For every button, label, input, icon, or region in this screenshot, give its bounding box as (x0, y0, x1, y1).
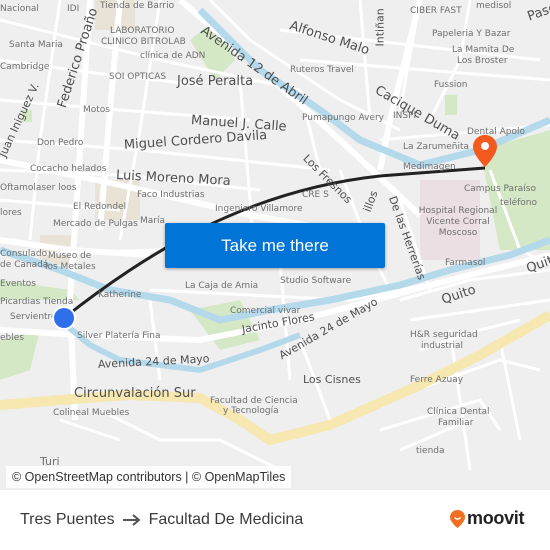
poi-label: Ruteros Travel (290, 65, 354, 75)
poi-label: Ferre Azuay (410, 375, 464, 385)
poi-label: Ingeniero Villamore (215, 204, 303, 214)
arrow-right-icon (122, 514, 141, 526)
poi-label: CLINICO BITROLAB (101, 37, 186, 47)
poi-label: Moscoso (438, 228, 478, 238)
map-pin-icon (473, 135, 497, 167)
poi-label: Katherine (98, 290, 142, 300)
poi-label: IDI (67, 4, 80, 14)
destination-marker[interactable] (473, 135, 497, 171)
poi-label: Vicente Corral (426, 217, 490, 227)
poi-label: Cocacho helados (30, 164, 107, 174)
brand-wordmark: moovit (467, 508, 525, 528)
poi-label: Tienda de Barrio (100, 1, 175, 11)
poi-label: Farmasol (445, 258, 486, 268)
poi-label: Studio Software (280, 276, 352, 286)
poi-label: La Mamita De (452, 45, 515, 55)
poi-label: Oftamolaser loos (0, 183, 77, 193)
moovit-pin-icon (450, 509, 465, 528)
poi-label: Nacional (0, 4, 39, 14)
origin-name: Tres Puentes (20, 511, 115, 528)
poi-label: Don Pedro (37, 138, 84, 148)
destination-name: Facultad De Medicina (148, 511, 304, 528)
poi-label: SOI OPTICAS (109, 72, 167, 82)
poi-label: Consulado (0, 249, 48, 259)
poi-label: Comercial vivar (230, 306, 301, 316)
poi-label: Eventos (0, 279, 36, 289)
poi-label: Familiar (438, 418, 474, 428)
footer-bar: Tres Puentes Facultad De Medicina moovit (0, 490, 550, 550)
poi-label: Picardias Tienda (0, 297, 74, 307)
poi-label: los Metales (45, 262, 96, 272)
poi-label: Campus Paraíso (464, 184, 536, 194)
poi-label: Mercado de Pulgas (53, 219, 138, 229)
street-label: José Peralta (177, 74, 254, 89)
poi-label: LABORATORIO (110, 26, 175, 36)
poi-label: H&R seguridad (410, 330, 478, 340)
poi-label: Hospital Regional (418, 206, 498, 216)
poi-label: CIBER FAST (410, 6, 462, 16)
poi-label: Pumapungo Avery (302, 113, 384, 123)
poi-label: tienda (416, 446, 445, 456)
poi-label: Los Broster (457, 56, 508, 66)
take-me-there-button[interactable]: Take me there (165, 223, 385, 268)
poi-label: El Redondel (73, 202, 127, 212)
poi-label: CRE S (302, 190, 329, 200)
poi-label: Papeleria Y Bazar (432, 29, 511, 39)
poi-label: clínica de ADN (140, 51, 206, 61)
map-attribution[interactable]: © OpenStreetMap contributors | © OpenMap… (6, 466, 292, 488)
map-view[interactable]: Avenida 12 de Abril Alfonso Malo Intiñan… (0, 0, 550, 490)
poi-label: Faco Industrias (137, 190, 205, 200)
poi-label: Medimagen (403, 162, 456, 172)
poi-label: INSPI (393, 111, 417, 121)
poi-label: lores (0, 208, 22, 218)
poi-label: Clínica Dental (427, 407, 490, 417)
street-label: Circunvalación Sur (74, 386, 196, 401)
street-label: Los Cisnes (303, 373, 361, 386)
route-title: Tres Puentes Facultad De Medicina (20, 510, 303, 530)
poi-label: Motos (83, 105, 110, 115)
poi-label: La Zarumeñita (403, 142, 470, 152)
poi-label: teléfono (500, 198, 537, 208)
poi-label: ebles (0, 333, 24, 343)
poi-label: industrial (421, 341, 464, 351)
poi-label: Silver Platería Fina (77, 331, 161, 341)
poi-label: Fussion (434, 80, 468, 90)
poi-label: La Caja de Amia (185, 281, 259, 291)
poi-label: medisol (476, 1, 512, 11)
poi-label: Museo de (48, 251, 92, 261)
poi-label: de Canadá (0, 260, 49, 270)
street-label: Intiñan (373, 8, 387, 47)
poi-label: y Tecnología (223, 406, 279, 416)
origin-marker[interactable] (54, 308, 74, 328)
poi-label: Colineal Muebles (53, 408, 130, 418)
poi-label: María (140, 216, 165, 226)
poi-label: Santa Maria (9, 40, 63, 50)
poi-label: Cambridge (0, 62, 50, 72)
moovit-logo[interactable]: moovit (450, 508, 525, 529)
